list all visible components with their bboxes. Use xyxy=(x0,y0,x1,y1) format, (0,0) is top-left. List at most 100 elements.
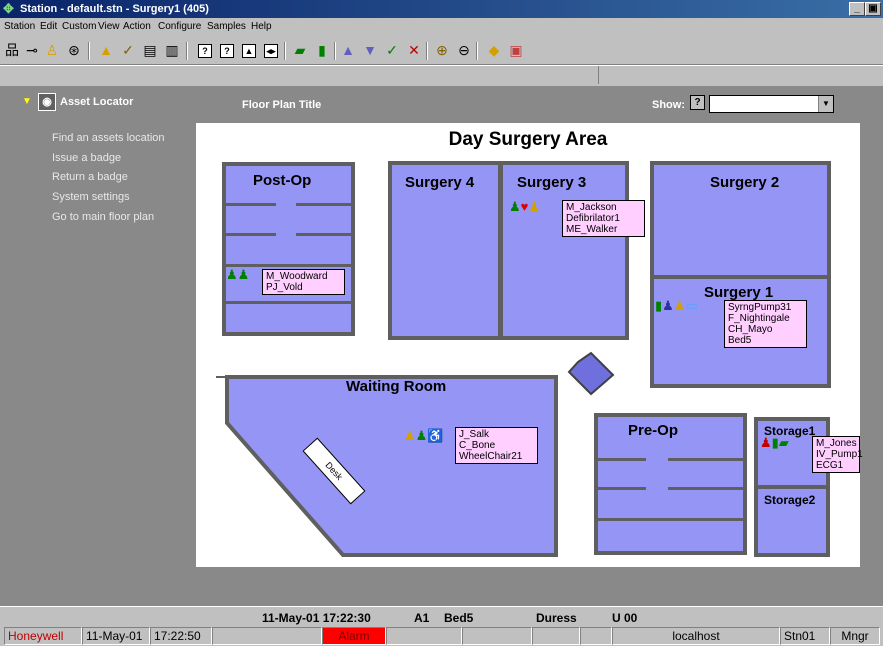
asset-tag-waiting[interactable]: J_Salk C_Bone WheelChair21 xyxy=(455,427,538,464)
up-page-icon[interactable]: ▲ xyxy=(242,44,256,58)
status-empty-4 xyxy=(532,627,580,645)
hierarchy-icon[interactable]: 品 xyxy=(2,40,22,60)
key-icon[interactable]: ⊸ xyxy=(22,40,42,60)
tag-line: ECG1 xyxy=(816,460,844,471)
room-pre-op[interactable]: Pre-Op xyxy=(594,413,747,555)
menu-action[interactable]: Action xyxy=(123,21,151,32)
room-label-waiting: Waiting Room xyxy=(346,378,447,395)
event-datetime: 11-May-01 17:22:30 xyxy=(262,611,371,625)
title-bar: ✥ Station - default.stn - Surgery1 (405)… xyxy=(0,0,883,18)
report-icon[interactable]: ▤ xyxy=(140,40,160,60)
tag-line: J_Salk xyxy=(459,429,490,440)
badge-icon[interactable]: ⊛ xyxy=(64,40,84,60)
status-empty-5 xyxy=(580,627,612,645)
menu-custom[interactable]: Custom xyxy=(62,21,96,32)
asset-icons-post-op[interactable]: ♟♟ xyxy=(226,268,249,282)
check-icon[interactable]: ✓ xyxy=(382,40,402,60)
show-help-button[interactable]: ? xyxy=(690,95,705,110)
tag-line: F_Nightingale xyxy=(728,313,790,324)
menu-bar: Station Edit Custom View Action Configur… xyxy=(0,18,883,36)
tag-line: M_Woodward xyxy=(266,271,328,282)
tag-line: ME_Walker xyxy=(566,224,618,235)
sidebar-item-main-floor[interactable]: Go to main floor plan xyxy=(52,211,154,223)
nav-page-icon[interactable]: ◂▸ xyxy=(264,44,278,58)
status-station: Stn01 xyxy=(780,627,830,645)
minimize-icon[interactable]: _ xyxy=(849,2,865,16)
tag-line: CH_Mayo xyxy=(728,324,773,335)
help-icon[interactable]: ? xyxy=(198,44,212,58)
cancel-icon[interactable]: ✕ xyxy=(404,40,424,60)
acknowledge-icon[interactable]: ✓ xyxy=(118,40,138,60)
asset-locator-icon: ◉ xyxy=(38,93,56,111)
tag-line: IV_Pump1 xyxy=(816,449,863,460)
floor-plan-canvas: Day Surgery Area Post-Op Surgery 4 Surge… xyxy=(196,123,863,567)
menu-view[interactable]: View xyxy=(98,21,120,32)
asset-icons-waiting[interactable]: ♟♟♿ xyxy=(404,429,444,443)
menu-help[interactable]: Help xyxy=(251,21,272,32)
arrow-up-icon[interactable]: ▲ xyxy=(338,40,358,60)
event-status-bar: 11-May-01 17:22:30 A1 Bed5 Duress U 00 xyxy=(0,606,883,627)
floor-plan-title: Floor Plan Title xyxy=(242,99,322,111)
menu-samples[interactable]: Samples xyxy=(207,21,246,32)
asset-icons-surgery-3[interactable]: ♟♥♟ xyxy=(509,200,540,214)
asset-tag-surgery-3[interactable]: M_Jackson Defibrilator1 ME_Walker xyxy=(562,200,645,237)
document-icon[interactable]: ▣ xyxy=(506,40,526,60)
chevron-down-icon[interactable]: ▼ xyxy=(22,96,32,107)
address-strip xyxy=(0,65,883,87)
status-bar: Honeywell 11-May-01 17:22:50 Alarm local… xyxy=(0,626,883,646)
tag-line: PJ_Vold xyxy=(266,282,303,293)
asset-tag-post-op[interactable]: M_Woodward PJ_Vold xyxy=(262,269,345,295)
event-bed: Bed5 xyxy=(444,611,474,625)
status-host: localhost xyxy=(612,627,780,645)
menu-station[interactable]: Station xyxy=(4,21,35,32)
tag-line: M_Jones xyxy=(816,438,857,449)
status-empty-2 xyxy=(386,627,462,645)
asset-tag-surgery-1[interactable]: SyrngPump31 F_Nightingale CH_Mayo Bed5 xyxy=(724,300,807,348)
package-icon[interactable]: ◆ xyxy=(484,40,504,60)
alarm-indicator[interactable]: Alarm xyxy=(322,627,386,645)
arrow-down-icon[interactable]: ▼ xyxy=(360,40,380,60)
status-time: 17:22:50 xyxy=(150,627,212,645)
room-label-storage-2: Storage2 xyxy=(764,493,816,507)
chevron-down-icon[interactable]: ▼ xyxy=(818,96,833,112)
tag-line: M_Jackson xyxy=(566,202,617,213)
show-select[interactable]: ▼ xyxy=(709,95,834,113)
brand-label: Honeywell xyxy=(4,627,82,645)
room-storage-2[interactable]: Storage2 xyxy=(754,485,830,557)
sidebar-item-issue-badge[interactable]: Issue a badge xyxy=(52,152,121,164)
asset-icons-storage-1[interactable]: ♟▮▰ xyxy=(760,436,789,450)
trend-icon[interactable]: ▰ xyxy=(290,40,310,60)
toolbar: 品 ⊸ ♙ ⊛ ▲ ✓ ▤ ▥ ? ? ▲ ◂▸ ▰ ▮ ▲ ▼ ✓ ✕ ⊕ ⊖… xyxy=(0,36,883,65)
menu-configure[interactable]: Configure xyxy=(158,21,201,32)
zoom-icon[interactable]: ⊖ xyxy=(454,40,474,60)
sidebar-title: Asset Locator xyxy=(60,96,134,108)
tag-line: WheelChair21 xyxy=(459,451,523,462)
event-type: Duress xyxy=(536,611,577,625)
asset-icons-surgery-1[interactable]: ▮♟♟▭ xyxy=(655,299,698,313)
room-label-pre-op: Pre-Op xyxy=(628,422,679,439)
asset-tag-storage-1[interactable]: M_Jones IV_Pump1 ECG1 xyxy=(812,436,863,473)
tag-line: SyrngPump31 xyxy=(728,302,792,313)
zoom-in-icon[interactable]: ⊕ xyxy=(432,40,452,60)
sidebar-item-settings[interactable]: System settings xyxy=(52,191,130,203)
sidebar-item-return-badge[interactable]: Return a badge xyxy=(52,171,128,183)
status-role: Mngr xyxy=(830,627,880,645)
tag-line: Bed5 xyxy=(728,335,752,346)
status-empty-3 xyxy=(462,627,532,645)
menu-edit[interactable]: Edit xyxy=(40,21,57,32)
show-label: Show: xyxy=(652,99,685,111)
context-help-icon[interactable]: ? xyxy=(220,44,234,58)
window-title: Station - default.stn - Surgery1 (405) xyxy=(20,3,209,15)
grid-icon[interactable]: ▥ xyxy=(162,40,182,60)
sidebar-item-find[interactable]: Find an assets location xyxy=(52,132,165,144)
station-app-icon: ✥ xyxy=(3,1,14,16)
restore-icon[interactable]: ▣ xyxy=(865,2,881,16)
event-location: A1 xyxy=(414,611,430,625)
event-unit: U 00 xyxy=(612,611,638,625)
bars-icon[interactable]: ▮ xyxy=(312,40,332,60)
alarm-bell-icon[interactable]: ▲ xyxy=(96,40,116,60)
status-date: 11-May-01 xyxy=(82,627,150,645)
tag-line: Defibrilator1 xyxy=(566,213,620,224)
tag-line: C_Bone xyxy=(459,440,496,451)
person-icon[interactable]: ♙ xyxy=(42,40,62,60)
